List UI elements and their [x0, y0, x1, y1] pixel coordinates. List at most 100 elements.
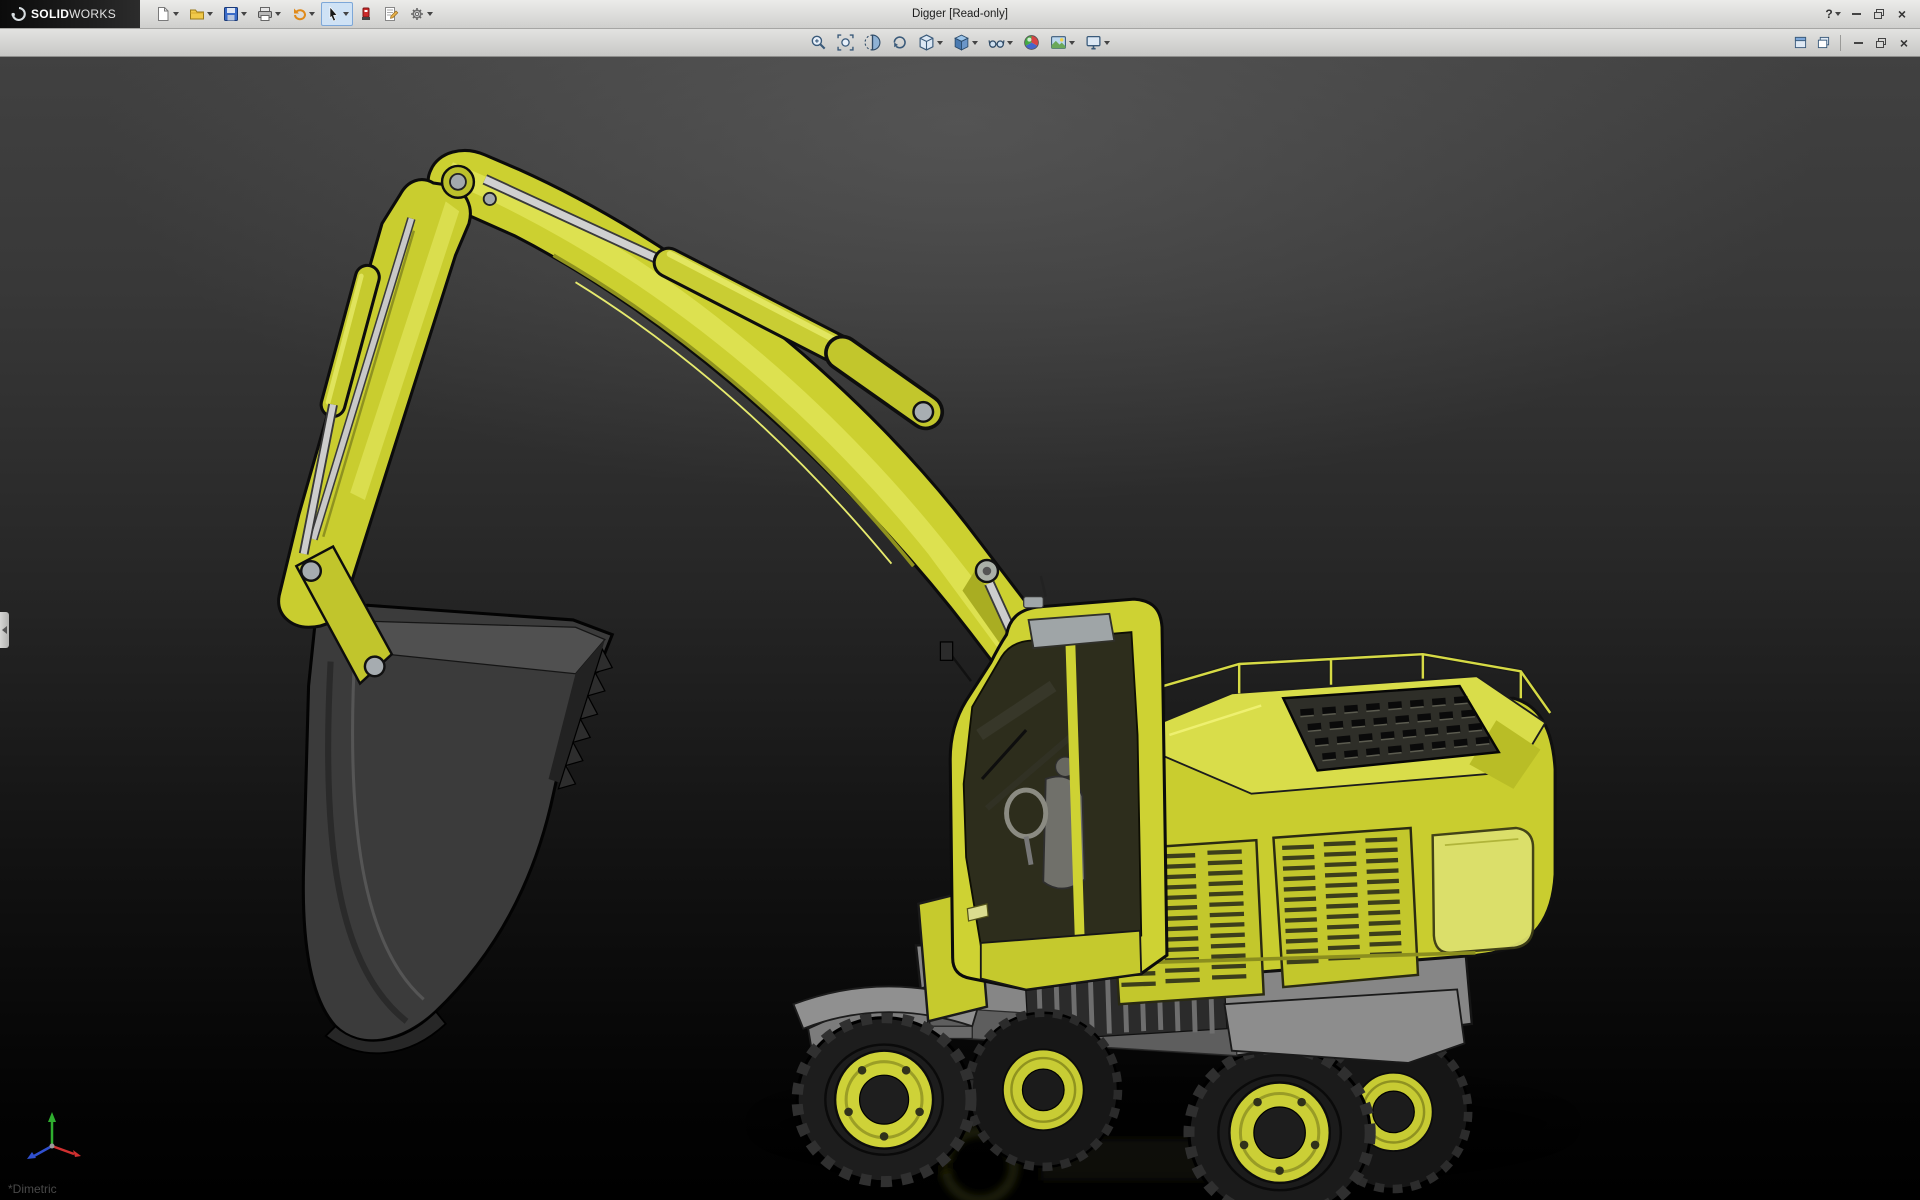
side-mirror	[940, 642, 952, 660]
doc-restore-button[interactable]	[1871, 35, 1891, 51]
wheel-front-right	[969, 1013, 1118, 1167]
stick-cylinder[interactable]	[485, 179, 933, 421]
appearance-ball-icon	[1023, 34, 1040, 51]
restore-icon	[1876, 38, 1886, 48]
minimize-icon	[1854, 42, 1863, 44]
antenna	[1041, 576, 1046, 597]
print-icon	[257, 6, 273, 22]
brand-text-bold: SOLID	[31, 7, 69, 21]
restore-icon	[1874, 9, 1884, 19]
tile-window-icon	[1794, 36, 1807, 49]
panel-collapse-tab[interactable]	[0, 612, 9, 648]
roof-beacon	[1024, 597, 1044, 608]
brand-text-light: WORKS	[69, 7, 116, 21]
select-cursor-icon	[325, 6, 341, 22]
close-icon: ×	[1900, 36, 1908, 50]
xpress-products-button[interactable]	[355, 2, 377, 26]
dropdown-arrow-icon[interactable]	[1104, 41, 1110, 45]
file-properties-icon	[383, 6, 399, 22]
view-toolbar: ×	[0, 29, 1920, 57]
new-document-icon	[155, 6, 171, 22]
close-button[interactable]: ×	[1892, 5, 1912, 23]
new-document-button[interactable]	[151, 2, 183, 26]
display-style-button[interactable]	[949, 31, 982, 55]
triad-z-axis	[34, 1146, 52, 1156]
standard-toolbar	[140, 2, 438, 26]
restore-button[interactable]	[1869, 5, 1889, 23]
print-button[interactable]	[253, 2, 285, 26]
zoom-to-fit-button[interactable]	[833, 31, 858, 55]
triad-x-axis	[52, 1146, 74, 1154]
dropdown-arrow-icon[interactable]	[343, 12, 349, 16]
edit-appearance-button[interactable]	[1019, 31, 1044, 55]
view-orientation-button[interactable]	[914, 31, 947, 55]
close-icon: ×	[1898, 7, 1906, 21]
cascade-window-button[interactable]	[1813, 35, 1833, 51]
doc-close-button[interactable]: ×	[1894, 35, 1914, 51]
hide-show-glasses-icon	[988, 34, 1005, 51]
dropdown-arrow-icon[interactable]	[1069, 41, 1075, 45]
dropdown-arrow-icon[interactable]	[207, 12, 213, 16]
orientation-triad[interactable]	[18, 1106, 84, 1172]
dropdown-arrow-icon[interactable]	[309, 12, 315, 16]
apply-scene-button[interactable]	[1046, 31, 1079, 55]
undo-button[interactable]	[287, 2, 319, 26]
dropdown-arrow-icon[interactable]	[275, 12, 281, 16]
dropdown-arrow-icon[interactable]	[1835, 12, 1841, 16]
options-button[interactable]	[405, 2, 437, 26]
apply-scene-icon	[1050, 34, 1067, 51]
side-grille-right	[1273, 828, 1417, 987]
wheel-rear-left	[1189, 1048, 1370, 1200]
view-orientation-label: *Dimetric	[8, 1182, 57, 1196]
doc-minimize-button[interactable]	[1848, 35, 1868, 51]
open-button[interactable]	[185, 2, 217, 26]
options-gear-icon	[409, 6, 425, 22]
minimize-button[interactable]	[1846, 5, 1866, 23]
dropdown-arrow-icon[interactable]	[173, 12, 179, 16]
zoom-icon	[810, 34, 827, 51]
view-settings-button[interactable]	[1081, 31, 1114, 55]
help-button[interactable]: ?	[1823, 5, 1843, 23]
window-controls: ? ×	[1823, 5, 1920, 23]
select-button[interactable]	[321, 2, 353, 26]
boom-arm[interactable]	[428, 151, 1072, 684]
save-floppy-icon	[223, 6, 239, 22]
bucket[interactable]	[303, 605, 612, 1053]
excavator-model[interactable]	[0, 57, 1920, 1200]
zoom-in-out-button[interactable]	[806, 31, 831, 55]
undo-arrow-icon	[291, 6, 307, 22]
dropdown-arrow-icon[interactable]	[1007, 41, 1013, 45]
cascade-window-icon	[1817, 36, 1830, 49]
zoom-to-fit-icon	[837, 34, 854, 51]
save-button[interactable]	[219, 2, 251, 26]
solidworks-brand: SOLIDWORKS	[0, 0, 140, 28]
view-orientation-cube-icon	[918, 34, 935, 51]
collapse-arrow-icon	[2, 626, 7, 634]
3ds-swirl-icon	[8, 6, 26, 22]
section-view-button[interactable]	[860, 31, 885, 55]
rear-wheels[interactable]	[1189, 1035, 1468, 1200]
dropdown-arrow-icon[interactable]	[972, 41, 978, 45]
dropdown-arrow-icon[interactable]	[241, 12, 247, 16]
heads-up-toolbar	[805, 29, 1115, 56]
wheel-front-left	[797, 1018, 971, 1182]
document-window-controls: ×	[1790, 35, 1920, 51]
rotate-view-button[interactable]	[887, 31, 912, 55]
viewport-3d[interactable]: *Dimetric	[0, 57, 1920, 1200]
window-title: Digger [Read-only]	[912, 8, 1008, 20]
rotate-view-icon	[891, 34, 908, 51]
dropdown-arrow-icon[interactable]	[937, 41, 943, 45]
section-view-icon	[864, 34, 881, 51]
view-settings-monitor-icon	[1085, 34, 1102, 51]
tile-window-button[interactable]	[1790, 35, 1810, 51]
file-properties-button[interactable]	[379, 2, 403, 26]
display-style-cube-icon	[953, 34, 970, 51]
hide-show-items-button[interactable]	[984, 31, 1017, 55]
open-folder-icon	[189, 6, 205, 22]
separator	[1840, 35, 1841, 51]
solidworks-window: SOLIDWORKS	[0, 0, 1920, 1200]
rear-side-window	[1433, 828, 1533, 953]
xpress-products-icon	[359, 6, 373, 22]
dropdown-arrow-icon[interactable]	[427, 12, 433, 16]
titlebar: SOLIDWORKS	[0, 0, 1920, 29]
